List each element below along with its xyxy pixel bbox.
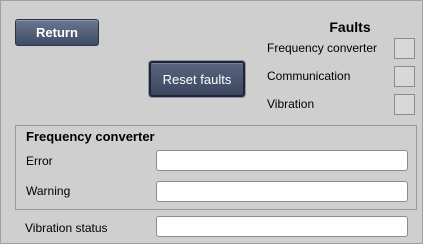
vibration-status-label: Vibration status	[25, 221, 108, 235]
error-label: Error	[26, 154, 53, 168]
fault-label-vibration: Vibration	[267, 97, 315, 111]
fault-label-communication: Communication	[267, 69, 351, 83]
frequency-converter-group: Frequency converter Error Warning	[15, 125, 417, 210]
warning-field[interactable]	[156, 181, 408, 202]
fault-indicator-vibration	[394, 94, 415, 115]
frequency-converter-group-title: Frequency converter	[26, 129, 155, 144]
fault-row-frequency-converter: Frequency converter	[267, 38, 417, 60]
fault-label-frequency-converter: Frequency converter	[267, 41, 378, 55]
error-field[interactable]	[156, 150, 408, 171]
faults-title: Faults	[329, 19, 371, 35]
return-button[interactable]: Return	[15, 19, 99, 46]
reset-faults-button-label: Reset faults	[162, 71, 232, 87]
fault-indicator-communication	[394, 66, 415, 87]
fault-row-vibration: Vibration	[267, 94, 417, 116]
fault-row-communication: Communication	[267, 66, 417, 88]
return-button-label: Return	[36, 25, 78, 40]
reset-faults-button[interactable]: Reset faults	[149, 61, 245, 97]
warning-label: Warning	[26, 184, 71, 198]
fault-indicator-frequency-converter	[394, 38, 415, 59]
fault-screen: Return Reset faults Faults Frequency con…	[0, 0, 423, 244]
vibration-status-field[interactable]	[156, 216, 408, 237]
